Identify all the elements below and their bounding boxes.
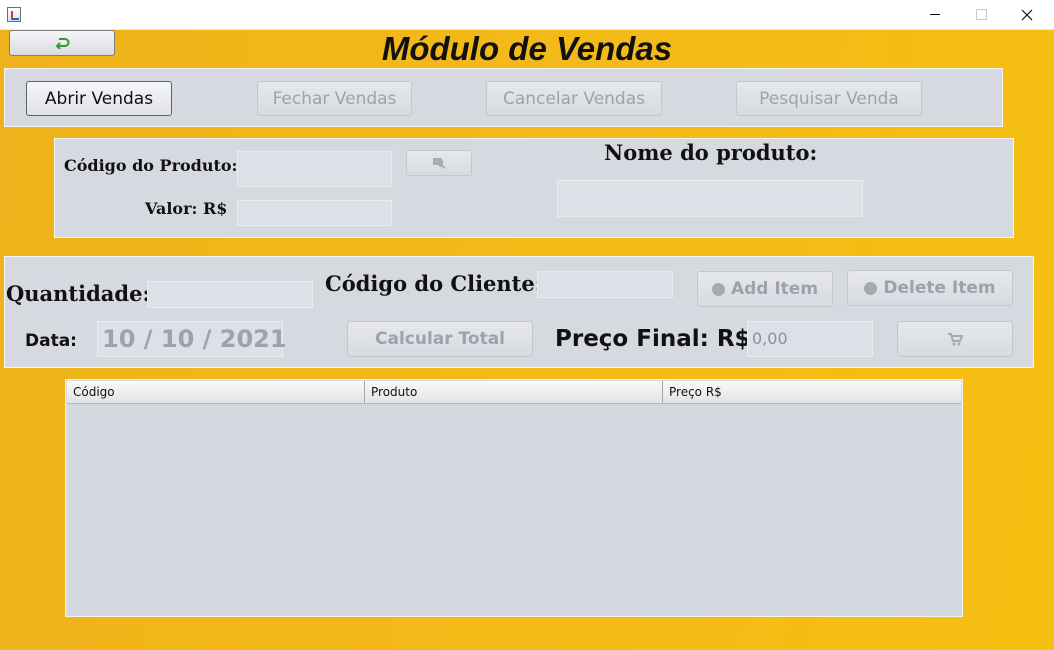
product-panel: Código do Produto: Valor: R$ Nome do pro…: [54, 138, 1014, 238]
date-input[interactable]: 10 / 10 / 2021: [97, 321, 287, 357]
sale-panel: Quantidade: Código do Cliente: Add Item …: [4, 256, 1034, 368]
open-sales-button[interactable]: Abrir Vendas: [26, 81, 172, 116]
search-icon: [433, 158, 446, 169]
minimize-icon: [930, 14, 940, 15]
close-button[interactable]: [1004, 0, 1050, 29]
cancel-sales-button[interactable]: Cancelar Vendas: [486, 81, 662, 116]
cart-icon: [948, 333, 963, 346]
final-price-label: Preço Final: R$: [555, 326, 751, 352]
minimize-button[interactable]: [912, 0, 958, 29]
column-header-code[interactable]: Código: [67, 381, 365, 403]
client-code-label: Código do Cliente:: [325, 271, 543, 296]
java-app-icon: [7, 7, 21, 22]
table-header: Código Produto Preço R$: [67, 381, 961, 404]
final-price-input[interactable]: 0,00: [747, 321, 873, 357]
product-code-input[interactable]: [237, 151, 392, 187]
title-bar: [0, 0, 1054, 30]
product-value-input[interactable]: [237, 200, 392, 226]
close-sales-button[interactable]: Fechar Vendas: [257, 81, 412, 116]
product-value-label: Valor: R$: [145, 199, 228, 218]
product-code-label: Código do Produto:: [64, 156, 238, 175]
column-header-product[interactable]: Produto: [365, 381, 663, 403]
delete-item-button[interactable]: Delete Item: [847, 270, 1013, 306]
page-title: Módulo de Vendas: [381, 30, 673, 67]
add-item-icon: [711, 282, 725, 296]
items-table[interactable]: Código Produto Preço R$: [65, 379, 963, 617]
calculate-total-button[interactable]: Calcular Total: [347, 321, 533, 357]
add-item-button[interactable]: Add Item: [697, 271, 833, 307]
client-code-input[interactable]: [537, 271, 673, 298]
client-area: Módulo de Vendas Abrir Vendas Fechar Ven…: [0, 30, 1054, 650]
delete-item-label: Delete Item: [883, 278, 996, 298]
finalize-sale-button[interactable]: [897, 321, 1013, 357]
add-item-label: Add Item: [730, 279, 819, 299]
quantity-input[interactable]: [147, 281, 313, 308]
maximize-icon: [975, 9, 987, 20]
close-icon: [1021, 9, 1033, 20]
column-header-price[interactable]: Preço R$: [663, 381, 961, 403]
delete-item-icon: [864, 281, 878, 295]
product-name-label: Nome do produto:: [604, 140, 818, 165]
date-label: Data:: [25, 331, 77, 351]
product-search-button[interactable]: [406, 150, 472, 176]
maximize-button[interactable]: [958, 0, 1004, 29]
actions-panel: Abrir Vendas Fechar Vendas Cancelar Vend…: [4, 68, 1003, 127]
product-name-input[interactable]: [557, 180, 863, 217]
search-sale-button[interactable]: Pesquisar Venda: [736, 81, 922, 116]
quantity-label: Quantidade:: [6, 281, 151, 306]
sales-window: Módulo de Vendas Abrir Vendas Fechar Ven…: [0, 0, 1054, 650]
